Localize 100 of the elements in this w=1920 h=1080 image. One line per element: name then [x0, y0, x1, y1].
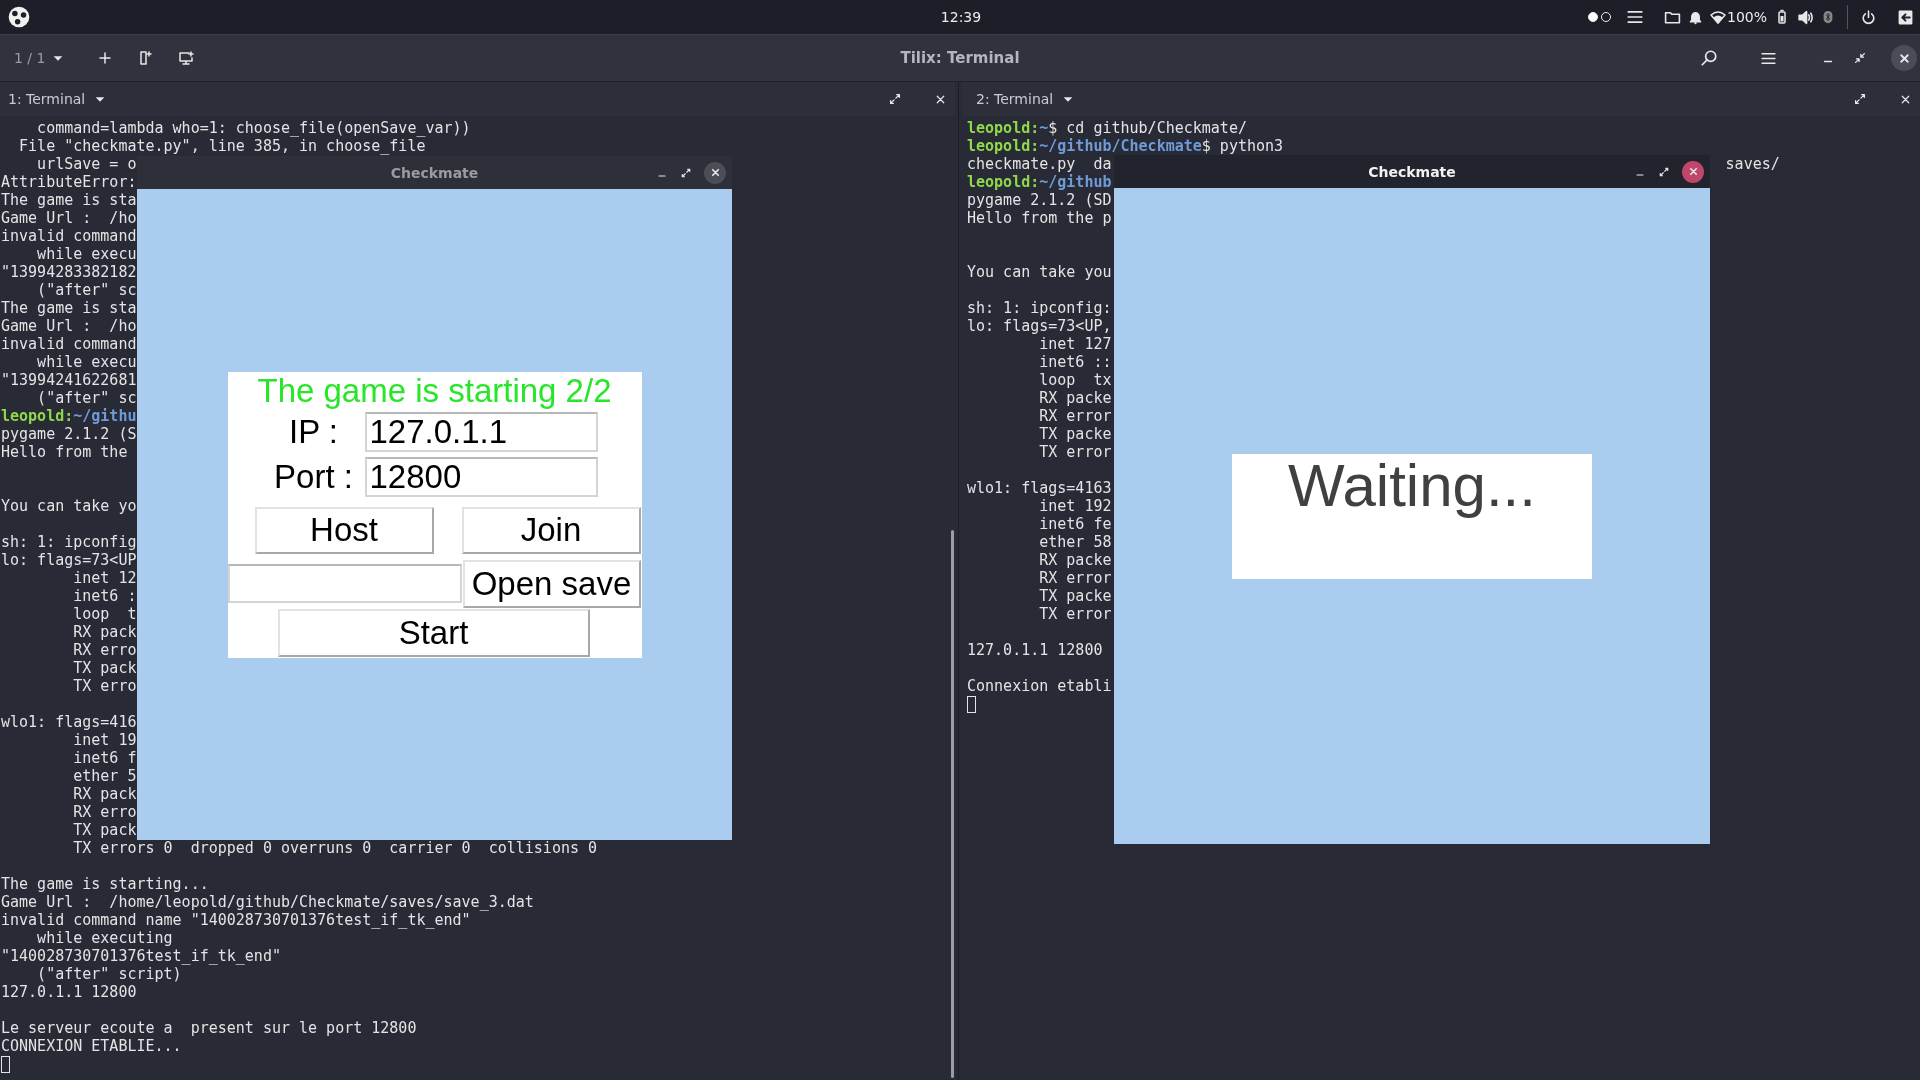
terminal-line: lo: flags=73<UP, — [967, 317, 1112, 335]
terminal-line: loop t — [72, 605, 137, 623]
close-button[interactable] — [1682, 160, 1704, 183]
terminal-line: lo: flags=73<UP — [1, 551, 137, 569]
maximize-icon[interactable] — [680, 166, 692, 179]
terminal-line: invalid command name "140028730701376test_if_tk_end" — [1, 911, 471, 929]
action-button[interactable]: Host — [254, 506, 434, 554]
session-switcher[interactable]: 1 / 1 — [6, 46, 74, 70]
new-screen-icon[interactable] — [177, 50, 196, 66]
terminal-line: You can take you — [967, 263, 1112, 281]
terminal-line: TX error — [1038, 605, 1112, 623]
terminal-line: The game is sta — [1, 191, 137, 209]
terminal-line: inet 19 — [72, 731, 137, 749]
action-button[interactable]: Join — [461, 506, 641, 554]
terminal-tab[interactable]: 2: Terminal — [968, 87, 1084, 111]
terminal-line: Connexion etabli — [967, 677, 1112, 695]
terminal-line: leopold:~$ cd github/Checkmate/ — [967, 119, 1247, 137]
terminal-line: saves/ — [1725, 155, 1780, 173]
start-button[interactable]: Start — [277, 608, 590, 657]
title-bar[interactable]: Checkmate — [137, 156, 732, 189]
terminal-line: TX packe — [1038, 425, 1112, 443]
terminal-line: RX pack — [72, 623, 137, 641]
terminal-line: urlSave = o — [36, 155, 137, 173]
terminal-line: Game Url : /home/leopold/github/Checkmate/saves/save_3.dat — [1, 893, 534, 911]
terminal-line: leopold:~/githu — [1, 407, 137, 425]
terminal-line: CONNEXION ETABLIE... — [1, 1037, 182, 1055]
window-title: Tilix: Terminal — [900, 49, 1020, 67]
search-icon[interactable] — [1700, 49, 1718, 67]
terminal-line: Game Url : /ho — [1, 209, 137, 227]
menu-icon[interactable] — [1625, 8, 1644, 26]
terminal-line: RX error — [1038, 407, 1112, 425]
text-field[interactable]: 12800 — [364, 456, 598, 497]
waiting-message: Waiting... — [1288, 455, 1536, 516]
terminal-line: RX error — [1038, 569, 1112, 587]
terminal-line: checkmate.py da — [967, 155, 1112, 173]
terminal-line: ("after" sc — [36, 389, 137, 407]
terminal-line: wlo1: flags=4163 — [967, 479, 1112, 497]
terminal-line: Le serveur ecoute a present sur le port 12800 — [1, 1019, 417, 1037]
workspace-dot[interactable] — [1587, 12, 1598, 22]
terminal-line: inet6 fe — [1038, 515, 1112, 533]
terminal-line: inet6 :: — [1038, 353, 1112, 371]
field-label: IP : — [288, 411, 339, 452]
close-icon — [1897, 51, 1911, 65]
terminal-line: pygame 2.1.2 (SD — [967, 191, 1112, 209]
scrollbar-thumb[interactable] — [951, 530, 954, 1078]
close-icon — [1687, 166, 1699, 177]
terminal-line: RX pack — [72, 785, 137, 803]
logo-icon[interactable] — [8, 6, 30, 28]
terminal-line: pygame 2.1.2 (S — [1, 425, 137, 443]
wifi-icon[interactable] — [1709, 9, 1726, 25]
terminal-line: ("after" sc — [36, 281, 137, 299]
terminal-line: sh: 1: ipconfig — [1, 533, 137, 551]
restore-icon[interactable] — [1853, 51, 1867, 65]
maximize-icon[interactable] — [888, 92, 902, 106]
terminal-line: TX pack — [72, 821, 137, 839]
terminal-line: The game is starting... — [1, 875, 209, 893]
terminal-line: TX pack — [72, 659, 137, 677]
status-heading: The game is starting 2/2 — [256, 371, 613, 410]
battery-level: 100% — [1726, 9, 1767, 25]
terminal-line: inet 127 — [1038, 335, 1112, 353]
open-save-button[interactable]: Open save — [462, 559, 641, 608]
close-button[interactable] — [704, 161, 726, 184]
plus-icon[interactable] — [97, 50, 114, 66]
terminal-line: inet 192 — [1038, 497, 1112, 515]
terminal-tab[interactable]: 1: Terminal — [0, 87, 116, 111]
title-bar[interactable]: Checkmate — [1114, 155, 1710, 188]
terminal-line: "140028730701376test_if_tk_end" — [1, 947, 281, 965]
terminal-line: while executing — [36, 929, 173, 947]
text-field[interactable] — [227, 564, 462, 603]
power-icon[interactable] — [1860, 8, 1877, 26]
terminal-line: invalid command — [1, 227, 137, 245]
terminal-line: RX erro — [72, 803, 137, 821]
exit-icon[interactable] — [1897, 8, 1914, 26]
terminal-line: TX packe — [1038, 587, 1112, 605]
terminal-line: 127.0.1.1 12800 — [967, 641, 1103, 659]
text-field[interactable]: 127.0.1.1 — [364, 411, 598, 452]
clock[interactable]: 12:39 — [940, 9, 982, 25]
terminal-line: You can take yo — [1, 497, 137, 515]
close-button[interactable] — [1891, 45, 1917, 71]
terminal-line: while execu — [36, 245, 137, 263]
terminal-line: command=lambda who=1: choose_file(openSave_var)) — [36, 119, 471, 137]
maximize-icon[interactable] — [1853, 92, 1867, 106]
window-title: Checkmate — [1368, 163, 1456, 180]
new-page-icon[interactable] — [137, 50, 154, 66]
terminal-line: ether 58 — [1038, 533, 1112, 551]
terminal-line: "13994241622681 — [1, 371, 137, 389]
terminal-line: RX erro — [72, 641, 137, 659]
terminal-line: "13994283382182 — [1, 263, 137, 281]
terminal-line: leopold:~/github/Checkmate$ python3 — [967, 137, 1284, 155]
terminal-line: ether 5 — [72, 767, 137, 785]
bell-icon[interactable] — [1687, 9, 1703, 25]
terminal-line: TX error — [1038, 443, 1112, 461]
maximize-icon[interactable] — [1658, 165, 1670, 178]
terminal-line: leopold:~/github — [967, 173, 1112, 191]
terminal-line: TX errors 0 dropped 0 overruns 0 carrier 0 collisions 0 — [72, 839, 598, 857]
speaker-icon[interactable] — [1797, 8, 1814, 26]
field-label: Port : — [273, 456, 354, 497]
terminal-line: sh: 1: ipconfig: — [967, 299, 1112, 317]
terminal-line: loop tx — [1038, 371, 1112, 389]
terminal-line: inet6 : — [72, 587, 137, 605]
